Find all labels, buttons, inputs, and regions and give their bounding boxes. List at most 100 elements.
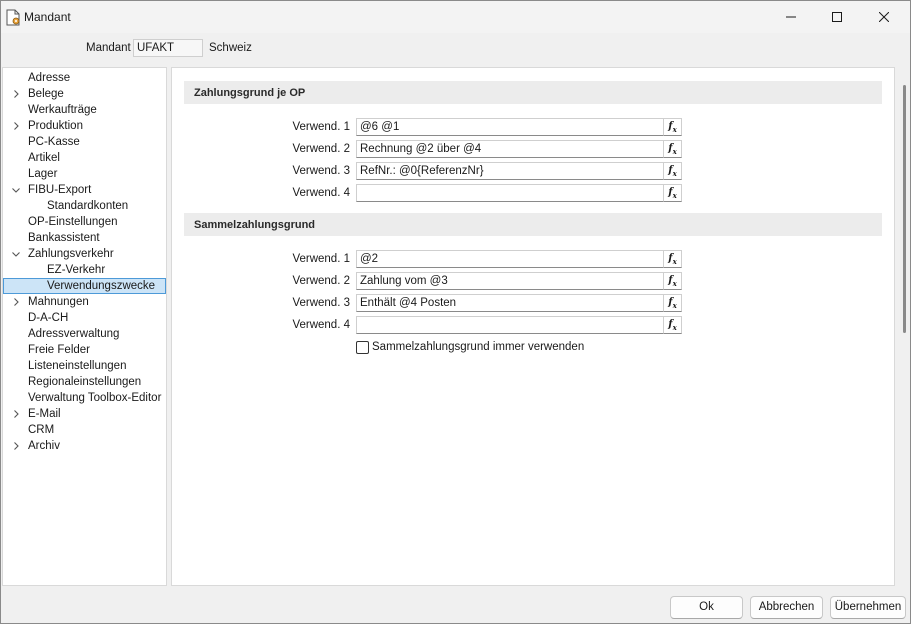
- tree-item-listeneinstellungen[interactable]: Listeneinstellungen: [3, 358, 166, 374]
- chevron-right-icon[interactable]: [12, 90, 20, 98]
- op-verwend-4-input[interactable]: [356, 184, 664, 202]
- mandant-label: Mandant: [86, 42, 131, 54]
- tree-item-label: Regionaleinstellungen: [28, 376, 142, 388]
- tree-item-fibu-export[interactable]: FIBU-Export: [3, 182, 166, 198]
- tree-item-label: Bankassistent: [28, 232, 100, 244]
- chevron-right-icon[interactable]: [12, 410, 20, 418]
- tree-item-verwaltung-toolbox-editor[interactable]: Verwaltung Toolbox-Editor: [3, 390, 166, 406]
- fx-button[interactable]: fx: [664, 162, 682, 180]
- tree-item-d-a-ch[interactable]: D-A-CH: [3, 310, 166, 326]
- op-verwend-2-input[interactable]: Rechnung @2 über @4: [356, 140, 664, 158]
- title-bar: Mandant: [1, 1, 910, 33]
- mandant-code-field: UFAKT: [133, 39, 203, 57]
- field-label: Verwend. 1: [292, 253, 350, 265]
- tree-item-crm[interactable]: CRM: [3, 422, 166, 438]
- tree-item-belege[interactable]: Belege: [3, 86, 166, 102]
- tree-item-label: D-A-CH: [28, 312, 69, 324]
- mandant-name: Schweiz: [209, 42, 252, 54]
- field-label: Verwend. 3: [292, 165, 350, 177]
- op-verwend-1-input[interactable]: @6 @1: [356, 118, 664, 136]
- fx-button[interactable]: fx: [664, 118, 682, 136]
- sammel-verwend-3-row: Verwend. 3 Enthält @4 Posten fx: [172, 294, 896, 312]
- tree-item-label: Zahlungsverkehr: [28, 248, 114, 260]
- tree-item-adressverwaltung[interactable]: Adressverwaltung: [3, 326, 166, 342]
- chevron-right-icon[interactable]: [12, 298, 20, 306]
- tree-item-freie-felder[interactable]: Freie Felder: [3, 342, 166, 358]
- tree-item-label: FIBU-Export: [28, 184, 92, 196]
- scrollbar-thumb[interactable]: [903, 85, 906, 333]
- fx-button[interactable]: fx: [664, 294, 682, 312]
- checkbox-label: Sammelzahlungsgrund immer verwenden: [372, 341, 585, 353]
- op-verwend-3-row: Verwend. 3 RefNr.: @0{ReferenzNr} fx: [172, 162, 896, 180]
- document-settings-icon: [6, 9, 20, 26]
- maximize-icon: [832, 12, 842, 22]
- tree-item-werkaufträge[interactable]: Werkaufträge: [3, 102, 166, 118]
- tree-item-produktion[interactable]: Produktion: [3, 118, 166, 134]
- tree-item-label: Artikel: [28, 152, 60, 164]
- tree-item-label: Mahnungen: [28, 296, 89, 308]
- sammel-verwend-2-row: Verwend. 2 Zahlung vom @3 fx: [172, 272, 896, 290]
- op-verwend-1-row: Verwend. 1 @6 @1 fx: [172, 118, 896, 136]
- tree-item-label: Adressverwaltung: [28, 328, 120, 340]
- chevron-right-icon[interactable]: [12, 442, 20, 450]
- tree-item-archiv[interactable]: Archiv: [3, 438, 166, 454]
- sammelzahlungsgrund-checkbox[interactable]: [356, 341, 369, 354]
- window-title: Mandant: [24, 10, 71, 24]
- minimize-button[interactable]: [768, 1, 814, 33]
- tree-item-verwendungszwecke[interactable]: Verwendungszwecke: [3, 278, 166, 294]
- field-label: Verwend. 1: [292, 121, 350, 133]
- chevron-down-icon[interactable]: [12, 186, 20, 194]
- field-label: Verwend. 2: [292, 143, 350, 155]
- sammel-verwend-4-input[interactable]: [356, 316, 664, 334]
- tree-item-standardkonten[interactable]: Standardkonten: [3, 198, 166, 214]
- maximize-button[interactable]: [814, 1, 860, 33]
- tree-item-label: Verwaltung Toolbox-Editor: [28, 392, 162, 404]
- tree-item-ez-verkehr[interactable]: EZ-Verkehr: [3, 262, 166, 278]
- tree-item-e-mail[interactable]: E-Mail: [3, 406, 166, 422]
- tree-item-label: PC-Kasse: [28, 136, 80, 148]
- tree-item-label: Lager: [28, 168, 58, 180]
- fx-button[interactable]: fx: [664, 250, 682, 268]
- tree-item-artikel[interactable]: Artikel: [3, 150, 166, 166]
- tree-item-regionaleinstellungen[interactable]: Regionaleinstellungen: [3, 374, 166, 390]
- close-button[interactable]: [861, 1, 907, 33]
- sammel-verwend-1-input[interactable]: @2: [356, 250, 664, 268]
- field-label: Verwend. 2: [292, 275, 350, 287]
- tree-item-op-einstellungen[interactable]: OP-Einstellungen: [3, 214, 166, 230]
- fx-button[interactable]: fx: [664, 140, 682, 158]
- tree-item-label: Archiv: [28, 440, 60, 452]
- minimize-icon: [786, 16, 796, 18]
- op-verwend-3-input[interactable]: RefNr.: @0{ReferenzNr}: [356, 162, 664, 180]
- field-label: Verwend. 4: [292, 319, 350, 331]
- tree-item-label: Freie Felder: [28, 344, 90, 356]
- fx-button[interactable]: fx: [664, 316, 682, 334]
- cancel-button[interactable]: Abbrechen: [750, 596, 823, 619]
- tree-item-label: Adresse: [28, 72, 71, 84]
- tree-item-pc-kasse[interactable]: PC-Kasse: [3, 134, 166, 150]
- section-header-sammelzahlungsgrund: Sammelzahlungsgrund: [184, 213, 882, 236]
- vertical-scrollbar[interactable]: [900, 67, 908, 586]
- tree-item-adresse[interactable]: Adresse: [3, 70, 166, 86]
- fx-button[interactable]: fx: [664, 272, 682, 290]
- tree-item-label: EZ-Verkehr: [47, 264, 106, 276]
- chevron-right-icon[interactable]: [12, 122, 20, 130]
- sammel-verwend-3-input[interactable]: Enthält @4 Posten: [356, 294, 664, 312]
- apply-button[interactable]: Übernehmen: [830, 596, 906, 619]
- sammel-verwend-1-row: Verwend. 1 @2 fx: [172, 250, 896, 268]
- tree-item-zahlungsverkehr[interactable]: Zahlungsverkehr: [3, 246, 166, 262]
- chevron-down-icon[interactable]: [12, 250, 20, 258]
- tree-item-label: CRM: [28, 424, 55, 436]
- settings-panel: Zahlungsgrund je OP Verwend. 1 @6 @1 fx …: [171, 67, 895, 586]
- tree-item-mahnungen[interactable]: Mahnungen: [3, 294, 166, 310]
- ok-button[interactable]: Ok: [670, 596, 743, 619]
- tree-item-bankassistent[interactable]: Bankassistent: [3, 230, 166, 246]
- close-icon: [879, 12, 889, 22]
- mandant-row: Mandant UFAKT Schweiz: [1, 37, 910, 59]
- field-label: Verwend. 4: [292, 187, 350, 199]
- sammel-verwend-2-input[interactable]: Zahlung vom @3: [356, 272, 664, 290]
- tree-item-lager[interactable]: Lager: [3, 166, 166, 182]
- tree-item-label: OP-Einstellungen: [28, 216, 118, 228]
- mandant-dialog: Mandant Mandant UFAKT Schweiz Adresse Bel…: [0, 0, 911, 624]
- navigation-tree: Adresse Belege Werkaufträge Produktion PC-Ka…: [2, 67, 167, 586]
- fx-button[interactable]: fx: [664, 184, 682, 202]
